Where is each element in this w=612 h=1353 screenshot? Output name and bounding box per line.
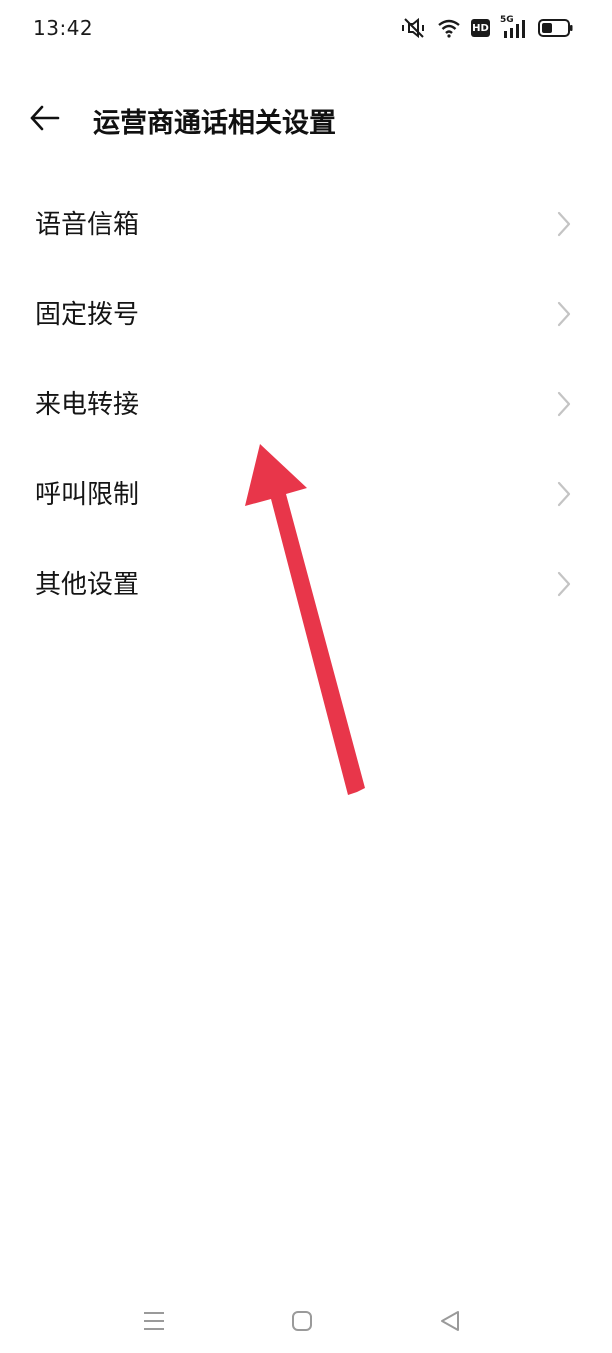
chevron-right-icon [556, 301, 572, 327]
menu-item-other-settings[interactable]: 其他设置 [0, 538, 612, 628]
page-title: 运营商通话相关设置 [93, 108, 336, 139]
menu-item-fixed-dialing[interactable]: 固定拨号 [0, 268, 612, 358]
chevron-right-icon [556, 391, 572, 417]
menu-item-call-barring[interactable]: 呼叫限制 [0, 448, 612, 538]
back-button[interactable] [26, 100, 66, 136]
menu-icon[interactable] [142, 1309, 166, 1337]
menu-item-label: 其他设置 [35, 570, 140, 600]
battery-icon [538, 18, 574, 38]
menu-item-label: 呼叫限制 [35, 480, 140, 510]
status-time: 13:42 [33, 16, 94, 40]
menu-item-label: 固定拨号 [35, 300, 140, 330]
wifi-icon [437, 18, 461, 38]
home-icon[interactable] [290, 1309, 314, 1337]
signal-icon: 5G [500, 15, 528, 39]
system-nav-bar [0, 1303, 612, 1353]
arrow-left-icon [26, 105, 66, 140]
menu-item-call-forwarding[interactable]: 来电转接 [0, 358, 612, 448]
chevron-right-icon [556, 481, 572, 507]
header: 运营商通话相关设置 [0, 88, 612, 148]
menu-item-label: 语音信箱 [35, 210, 140, 240]
chevron-right-icon [556, 571, 572, 597]
menu-item-label: 来电转接 [35, 390, 140, 420]
mute-icon [401, 17, 427, 39]
back-triangle-icon[interactable] [438, 1309, 462, 1337]
hd-icon: HD [471, 19, 490, 37]
menu-item-voicemail[interactable]: 语音信箱 [0, 178, 612, 268]
status-icons: HD 5G [401, 15, 574, 41]
settings-menu-list: 语音信箱 固定拨号 来电转接 呼叫限制 其他设置 [0, 178, 612, 628]
chevron-right-icon [556, 211, 572, 237]
status-bar: 13:42 HD 5G [0, 0, 612, 58]
